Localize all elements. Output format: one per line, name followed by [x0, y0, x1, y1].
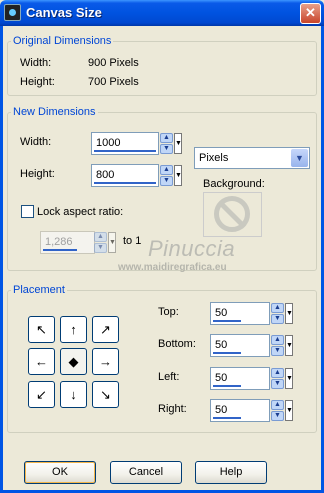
original-height-label: Height:: [20, 76, 55, 88]
help-button[interactable]: Help: [195, 461, 267, 484]
new-width-dropdown-button[interactable]: ▼: [174, 133, 182, 154]
top-value: 50: [215, 307, 228, 319]
left-value: 50: [215, 372, 228, 384]
right-input[interactable]: 50: [210, 399, 270, 422]
original-dimensions-legend: Original Dimensions: [11, 35, 114, 47]
right-spinner[interactable]: ▲ ▼: [271, 400, 284, 421]
new-height-value: 800: [96, 169, 115, 181]
units-select[interactable]: Pixels ▼: [194, 147, 310, 169]
bottom-slider-bar[interactable]: [213, 352, 241, 354]
lock-aspect-checkbox[interactable]: [21, 205, 34, 218]
spin-up-icon[interactable]: ▲: [271, 368, 284, 378]
aspect-ratio-input: 1,286: [40, 231, 95, 254]
center-diamond-icon[interactable]: ◆: [60, 348, 87, 375]
app-icon: [4, 4, 21, 21]
spin-up-icon[interactable]: ▲: [271, 303, 284, 313]
no-color-icon: [214, 196, 250, 232]
top-dropdown-button[interactable]: ▼: [285, 303, 293, 324]
new-width-value: 1000: [96, 137, 121, 149]
spin-down-icon[interactable]: ▼: [271, 379, 284, 389]
close-button[interactable]: ✕: [300, 3, 321, 24]
arrow-up-right-icon[interactable]: ↗: [92, 316, 119, 343]
original-width-value: 900 Pixels: [88, 57, 139, 69]
left-dropdown-button[interactable]: ▼: [285, 368, 293, 389]
left-spinner[interactable]: ▲ ▼: [271, 368, 284, 389]
spin-up-icon[interactable]: ▲: [271, 335, 284, 345]
arrow-down-icon[interactable]: ↓: [60, 381, 87, 408]
left-input[interactable]: 50: [210, 367, 270, 390]
spin-down-icon: ▼: [94, 243, 107, 253]
bottom-input[interactable]: 50: [210, 334, 270, 357]
arrow-up-left-icon[interactable]: ↖: [28, 316, 55, 343]
top-slider-bar[interactable]: [213, 320, 241, 322]
left-slider-bar[interactable]: [213, 385, 241, 387]
spin-up-icon[interactable]: ▲: [271, 400, 284, 410]
to-one-label: to 1: [123, 235, 142, 247]
spin-down-icon[interactable]: ▼: [160, 176, 173, 186]
top-label: Top:: [158, 306, 179, 318]
spin-down-icon[interactable]: ▼: [271, 411, 284, 421]
spin-up-icon[interactable]: ▲: [160, 165, 173, 175]
spin-up-icon[interactable]: ▲: [160, 133, 173, 143]
new-height-label: Height:: [20, 168, 55, 180]
new-height-slider-bar[interactable]: [94, 182, 156, 184]
spin-up-icon: ▲: [94, 232, 107, 242]
spin-down-icon[interactable]: ▼: [271, 346, 284, 356]
arrow-up-icon[interactable]: ↑: [60, 316, 87, 343]
right-label: Right:: [158, 403, 187, 415]
window-title: Canvas Size: [26, 5, 102, 20]
new-height-input[interactable]: 800: [91, 164, 159, 187]
new-width-slider-bar[interactable]: [94, 150, 156, 152]
right-dropdown-button[interactable]: ▼: [285, 400, 293, 421]
spin-down-icon[interactable]: ▼: [160, 144, 173, 154]
new-width-input[interactable]: 1000: [91, 132, 159, 155]
ok-button[interactable]: OK: [24, 461, 96, 484]
background-swatch[interactable]: [203, 192, 262, 237]
new-width-spinner[interactable]: ▲ ▼: [160, 133, 173, 154]
original-height-value: 700 Pixels: [88, 76, 139, 88]
arrow-left-icon[interactable]: ←: [28, 348, 55, 375]
new-height-dropdown-button[interactable]: ▼: [174, 165, 182, 186]
new-width-label: Width:: [20, 136, 52, 148]
original-width-label: Width:: [20, 57, 52, 69]
bottom-spinner[interactable]: ▲ ▼: [271, 335, 284, 356]
watermark-url: www.maidiregrafica.eu: [118, 262, 227, 273]
units-value: Pixels: [199, 152, 229, 164]
top-spinner[interactable]: ▲ ▼: [271, 303, 284, 324]
aspect-ratio-spinner: ▲ ▼: [94, 232, 107, 253]
title-bar: Canvas Size ✕: [0, 0, 324, 26]
aspect-ratio-bar: [43, 249, 77, 251]
bottom-label: Bottom:: [158, 338, 196, 350]
placement-legend: Placement: [11, 284, 67, 296]
background-label: Background:: [203, 178, 265, 190]
watermark-text: Pinuccia: [148, 236, 236, 261]
new-dimensions-legend: New Dimensions: [11, 106, 98, 118]
cancel-button[interactable]: Cancel: [110, 461, 182, 484]
new-height-spinner[interactable]: ▲ ▼: [160, 165, 173, 186]
aspect-ratio-dropdown-button: ▼: [108, 232, 116, 253]
arrow-right-icon[interactable]: →: [92, 348, 119, 375]
right-value: 50: [215, 404, 228, 416]
chevron-down-icon[interactable]: ▼: [291, 149, 308, 167]
left-label: Left:: [158, 371, 180, 383]
aspect-ratio-value: 1,286: [45, 236, 73, 248]
arrow-down-right-icon[interactable]: ↘: [92, 381, 119, 408]
top-input[interactable]: 50: [210, 302, 270, 325]
right-slider-bar[interactable]: [213, 417, 241, 419]
arrow-down-left-icon[interactable]: ↙: [28, 381, 55, 408]
bottom-value: 50: [215, 339, 228, 351]
bottom-dropdown-button[interactable]: ▼: [285, 335, 293, 356]
spin-down-icon[interactable]: ▼: [271, 314, 284, 324]
lock-aspect-label: Lock aspect ratio:: [37, 206, 124, 218]
